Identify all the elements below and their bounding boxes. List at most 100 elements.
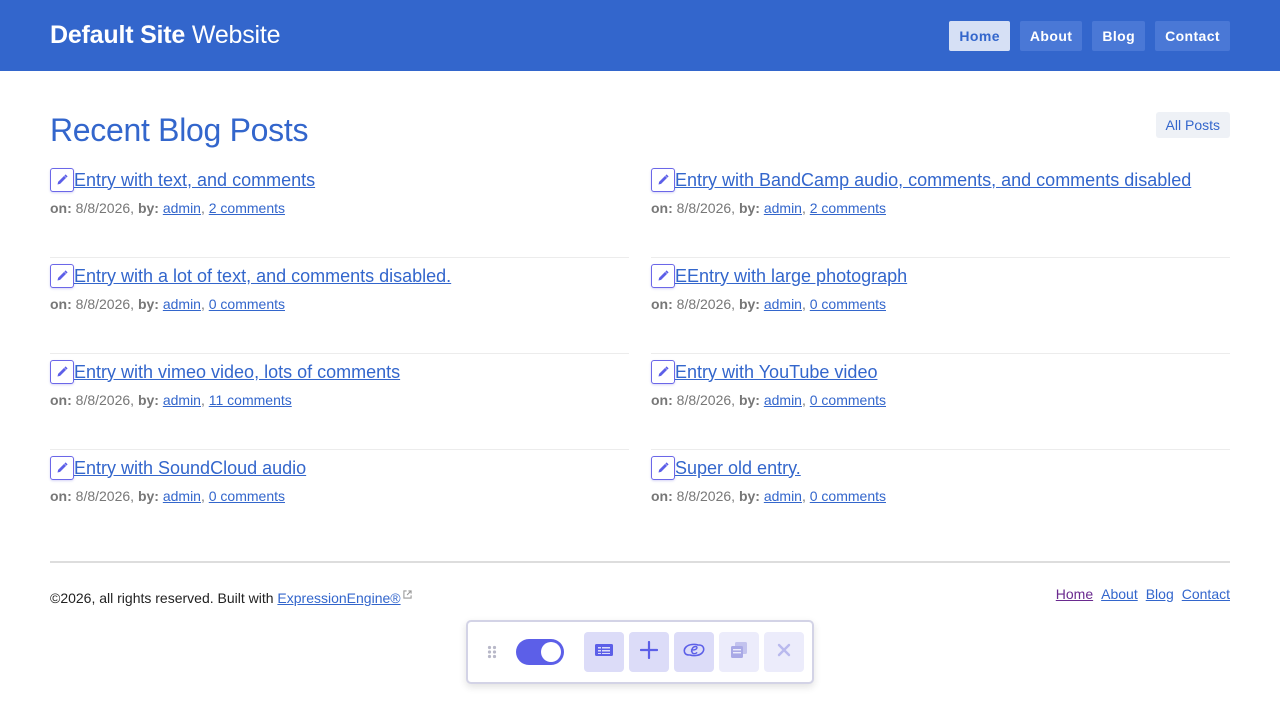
post-meta: on: 8/8/2026, by: admin, 0 comments xyxy=(50,296,285,312)
brand-strong: Default Site xyxy=(50,21,186,49)
post-author-link[interactable]: admin xyxy=(764,296,802,312)
top-nav: Home About Blog Contact xyxy=(949,20,1230,51)
meta-by-label: by: xyxy=(137,392,159,408)
post-author-link[interactable]: admin xyxy=(163,392,201,408)
pencil-icon xyxy=(56,366,68,378)
brand-rest: Website xyxy=(191,21,281,49)
post-date: 8/8/2026 xyxy=(75,200,131,216)
post-title-link[interactable]: Entry with a lot of text, and comments d… xyxy=(74,266,451,287)
blog-post-item: EEntry with large photograph on: 8/8/2026… xyxy=(651,258,1230,354)
post-meta: on: 8/8/2026, by: admin, 0 comments xyxy=(651,488,886,504)
main-content: Recent Blog Posts All Posts Entry with t… xyxy=(0,112,1280,546)
toggle-knob xyxy=(541,642,561,662)
post-date: 8/8/2026 xyxy=(676,392,732,408)
edit-entry-button[interactable] xyxy=(651,360,675,384)
edit-entry-button[interactable] xyxy=(50,168,74,192)
blog-post-item: Super old entry. on: 8/8/2026, by: admin,… xyxy=(651,450,1230,546)
copy-button[interactable] xyxy=(719,632,759,672)
edit-mode-toggle[interactable] xyxy=(516,639,564,665)
edit-entry-button[interactable] xyxy=(651,264,675,288)
edit-entry-button[interactable] xyxy=(651,456,675,480)
post-date: 8/8/2026 xyxy=(75,296,131,312)
post-author-link[interactable]: admin xyxy=(163,488,201,504)
post-comments-link[interactable]: 0 comments xyxy=(810,296,886,312)
meta-by-label: by: xyxy=(738,200,760,216)
post-title-row: Super old entry. xyxy=(651,456,1230,480)
page-title: Recent Blog Posts xyxy=(50,112,309,148)
post-meta: on: 8/8/2026, by: admin, 0 comments xyxy=(651,392,886,408)
all-posts-button[interactable]: All Posts xyxy=(1155,112,1230,138)
footer-nav: Home About Blog Contact xyxy=(1056,586,1230,606)
meta-by-label: by: xyxy=(738,392,760,408)
post-author-link[interactable]: admin xyxy=(163,296,201,312)
site-brand[interactable]: Default Site Website xyxy=(50,21,281,50)
expressionengine-link[interactable]: ExpressionEngine® xyxy=(277,590,400,606)
post-meta: on: 8/8/2026, by: admin, 0 comments xyxy=(50,488,285,504)
post-title-link[interactable]: Entry with SoundCloud audio xyxy=(74,458,306,479)
post-comments-link[interactable]: 2 comments xyxy=(810,200,886,216)
post-title-link[interactable]: Entry with text, and comments xyxy=(74,170,315,191)
close-icon xyxy=(776,642,792,663)
post-meta: on: 8/8/2026, by: admin, 2 comments xyxy=(50,200,285,216)
post-date: 8/8/2026 xyxy=(676,200,732,216)
post-meta: on: 8/8/2026, by: admin, 2 comments xyxy=(651,200,886,216)
post-comments-link[interactable]: 11 comments xyxy=(209,392,292,408)
post-author-link[interactable]: admin xyxy=(764,392,802,408)
front-edit-toolbar xyxy=(466,620,814,684)
site-header: Default Site Website Home About Blog Con… xyxy=(0,0,1280,71)
nav-contact[interactable]: Contact xyxy=(1155,20,1230,51)
post-title-link[interactable]: Entry with YouTube video xyxy=(675,362,877,383)
meta-on-label: on: xyxy=(50,296,72,312)
post-title-link[interactable]: Entry with BandCamp audio, comments, and… xyxy=(675,170,1191,191)
meta-on-label: on: xyxy=(651,200,673,216)
blog-post-item: Entry with text, and comments on: 8/8/202… xyxy=(50,162,629,258)
post-title-row: Entry with vimeo video, lots of comments xyxy=(50,360,629,384)
blog-post-item: Entry with YouTube video on: 8/8/2026, by… xyxy=(651,354,1230,450)
pencil-icon xyxy=(56,174,68,186)
meta-by-label: by: xyxy=(137,200,159,216)
blog-post-item: Entry with a lot of text, and comments d… xyxy=(50,258,629,354)
footer-nav-home[interactable]: Home xyxy=(1056,586,1093,606)
footer-copyright: ©2026, all rights reserved. Built with E… xyxy=(50,586,412,606)
post-title-row: Entry with BandCamp audio, comments, and… xyxy=(651,168,1230,192)
footer-nav-blog[interactable]: Blog xyxy=(1146,586,1174,606)
post-title-row: Entry with text, and comments xyxy=(50,168,629,192)
meta-by-label: by: xyxy=(738,296,760,312)
footer-nav-about[interactable]: About xyxy=(1101,586,1138,606)
edit-entry-button[interactable] xyxy=(50,264,74,288)
edit-entry-button[interactable] xyxy=(50,360,74,384)
pencil-icon xyxy=(657,462,669,474)
post-comments-link[interactable]: 0 comments xyxy=(209,296,285,312)
add-icon xyxy=(639,640,659,664)
footer-nav-contact[interactable]: Contact xyxy=(1182,586,1230,606)
post-title-link[interactable]: Super old entry. xyxy=(675,458,801,479)
post-author-link[interactable]: admin xyxy=(764,488,802,504)
post-title-link[interactable]: EEntry with large photograph xyxy=(675,266,907,287)
post-comments-link[interactable]: 0 comments xyxy=(209,488,285,504)
meta-by-label: by: xyxy=(137,488,159,504)
post-date: 8/8/2026 xyxy=(676,488,732,504)
entries-button[interactable] xyxy=(584,632,624,672)
post-title-row: Entry with a lot of text, and comments d… xyxy=(50,264,629,288)
post-title-row: Entry with SoundCloud audio xyxy=(50,456,629,480)
post-author-link[interactable]: admin xyxy=(163,200,201,216)
post-title-link[interactable]: Entry with vimeo video, lots of comments xyxy=(74,362,400,383)
post-comments-link[interactable]: 0 comments xyxy=(810,488,886,504)
post-author-link[interactable]: admin xyxy=(764,200,802,216)
edit-entry-button[interactable] xyxy=(50,456,74,480)
post-comments-link[interactable]: 2 comments xyxy=(209,200,285,216)
copyright-text: ©2026, all rights reserved. Built with xyxy=(50,590,274,606)
nav-home[interactable]: Home xyxy=(949,20,1010,51)
post-date: 8/8/2026 xyxy=(75,392,131,408)
add-button[interactable] xyxy=(629,632,669,672)
nav-blog[interactable]: Blog xyxy=(1092,20,1146,51)
post-title-row: EEntry with large photograph xyxy=(651,264,1230,288)
post-comments-link[interactable]: 0 comments xyxy=(810,392,886,408)
nav-about[interactable]: About xyxy=(1019,20,1083,51)
control-panel-button[interactable] xyxy=(674,632,714,672)
post-date: 8/8/2026 xyxy=(676,296,732,312)
drag-handle-icon[interactable] xyxy=(484,645,500,659)
edit-entry-button[interactable] xyxy=(651,168,675,192)
close-toolbar-button[interactable] xyxy=(764,632,804,672)
meta-on-label: on: xyxy=(651,296,673,312)
